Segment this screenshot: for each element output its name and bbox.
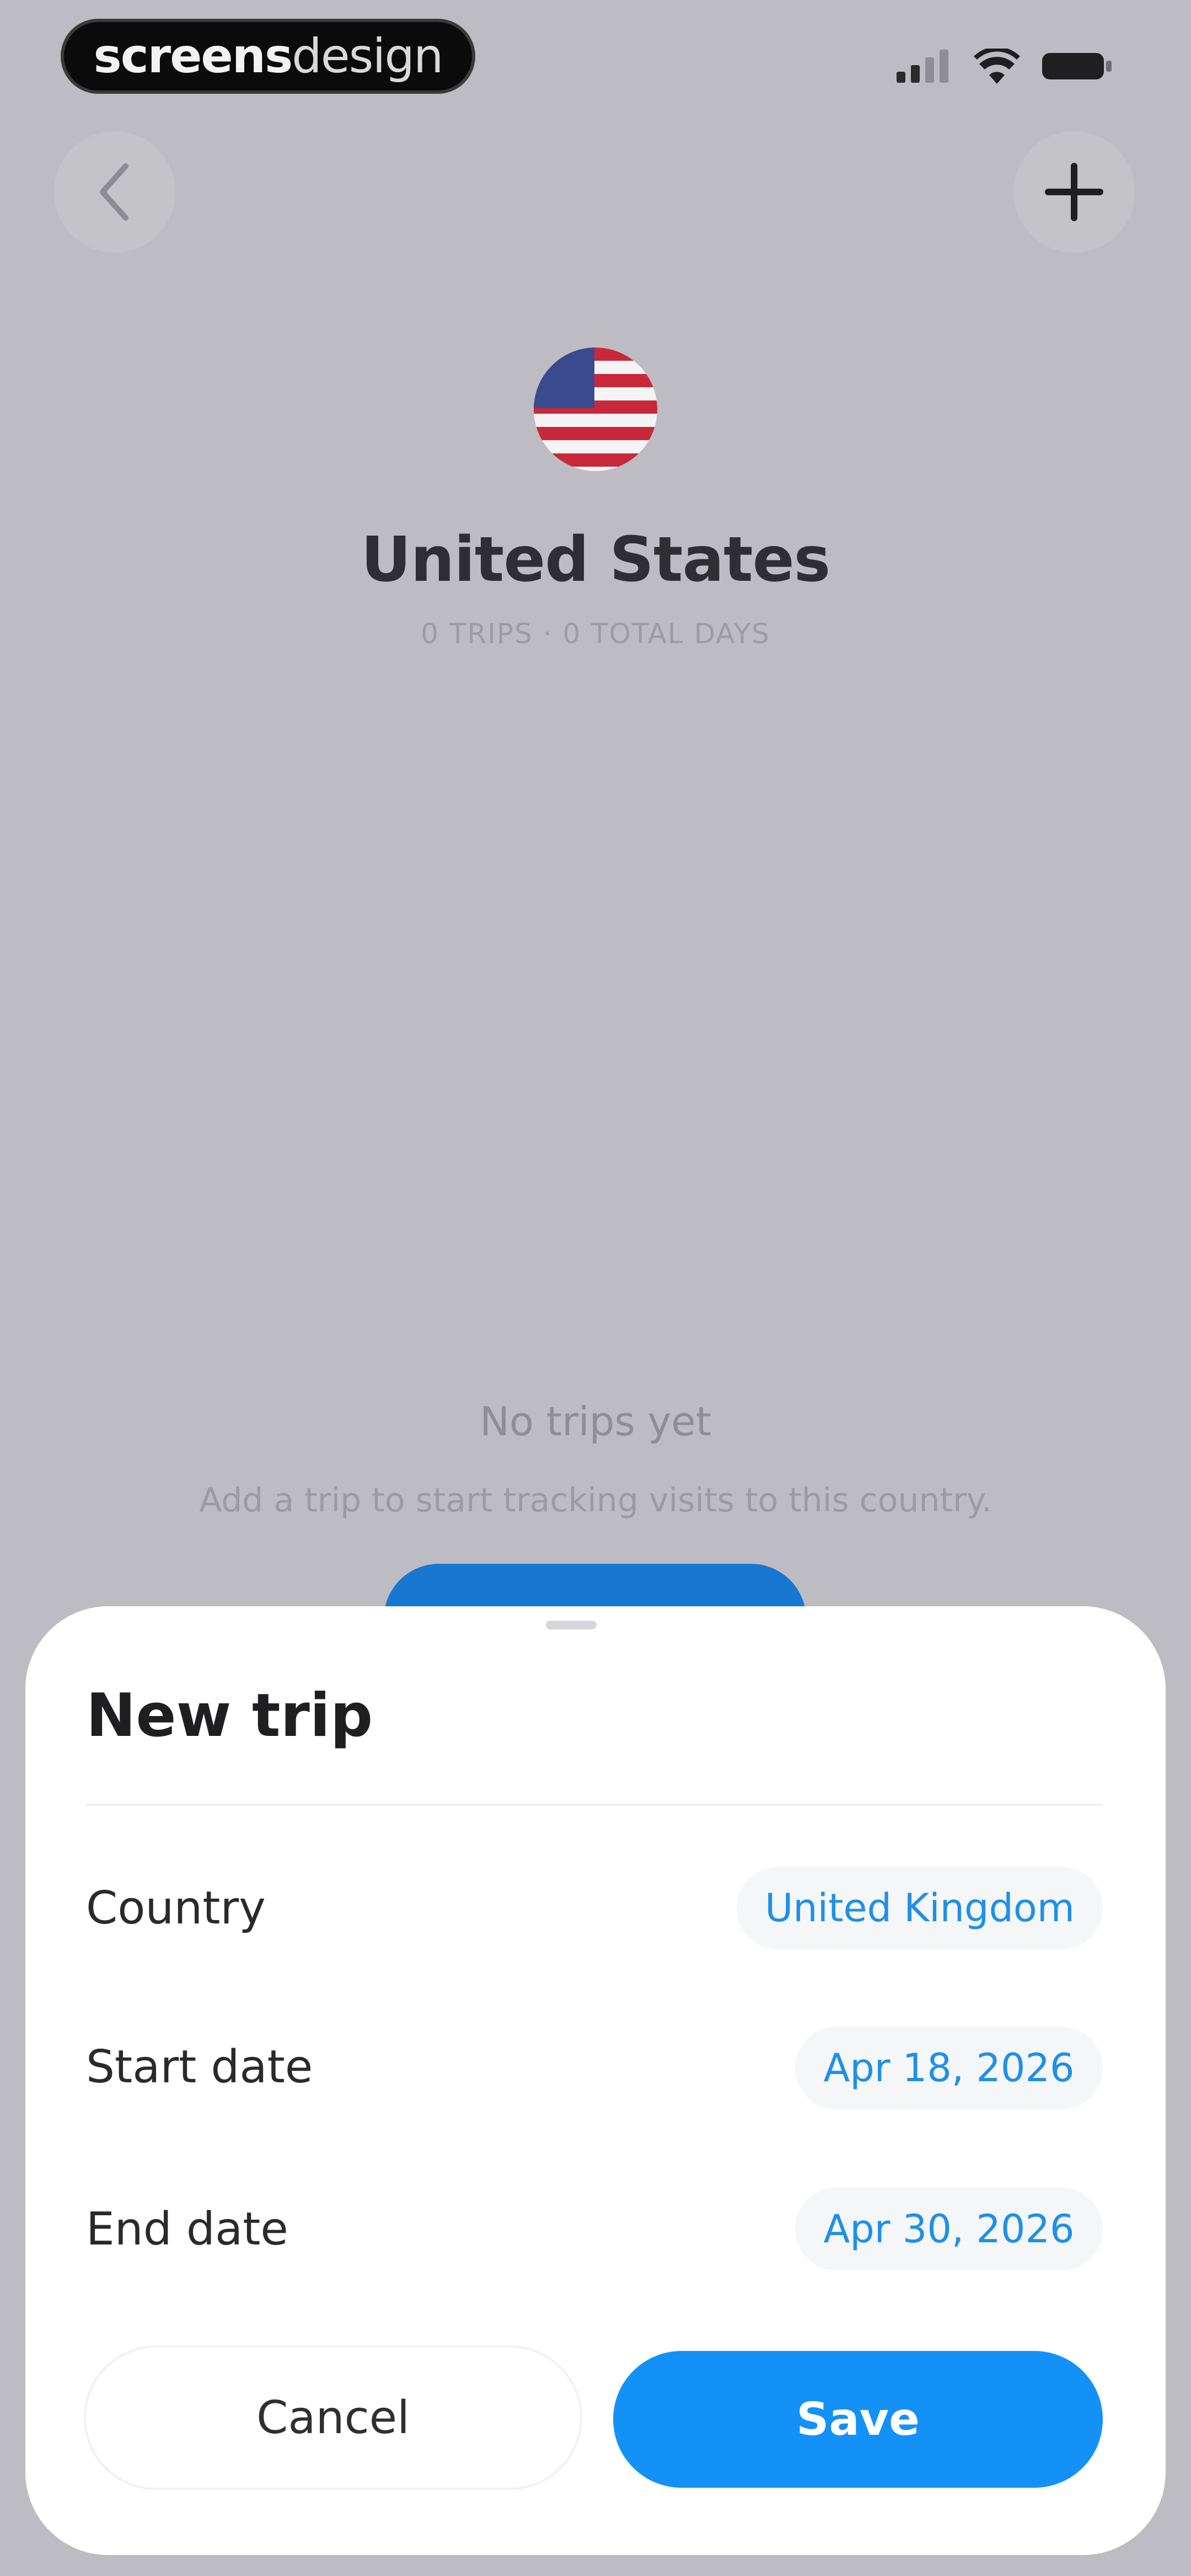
sheet-grabber[interactable] — [546, 1621, 597, 1629]
wifi-icon — [974, 49, 1020, 84]
battery-icon — [1042, 53, 1112, 79]
watermark-bold-text: screens — [93, 29, 293, 84]
cellular-signal-icon — [897, 50, 948, 83]
add-trip-icon-button[interactable] — [1013, 131, 1135, 253]
end-date-label: End date — [86, 2203, 288, 2256]
back-button[interactable] — [54, 131, 175, 253]
empty-state-description: Add a trip to start tracking visits to t… — [199, 1481, 992, 1520]
watermark-light-text: design — [292, 29, 443, 84]
start-date-picker[interactable]: Apr 18, 2026 — [795, 2027, 1103, 2109]
status-bar — [897, 49, 1114, 84]
cancel-button[interactable]: Cancel — [86, 2348, 580, 2488]
country-picker[interactable]: United Kingdom — [737, 1867, 1103, 1949]
country-label: Country — [86, 1882, 266, 1934]
plus-icon — [1045, 163, 1103, 221]
us-flag-icon — [534, 348, 657, 471]
divider — [86, 1804, 1103, 1806]
screen: screens design United States 0 TRIPS · 0… — [0, 0, 1191, 2576]
save-button[interactable]: Save — [613, 2351, 1103, 2488]
empty-state-title: No trips yet — [480, 1398, 711, 1445]
trip-summary: 0 TRIPS · 0 TOTAL DAYS — [421, 618, 770, 650]
sheet-title: New trip — [86, 1681, 373, 1750]
screensdesign-watermark: screens design — [61, 19, 475, 94]
start-date-label: Start date — [86, 2041, 313, 2093]
chevron-left-icon — [100, 163, 128, 221]
end-date-picker[interactable]: Apr 30, 2026 — [795, 2188, 1103, 2270]
country-name: United States — [361, 524, 831, 596]
